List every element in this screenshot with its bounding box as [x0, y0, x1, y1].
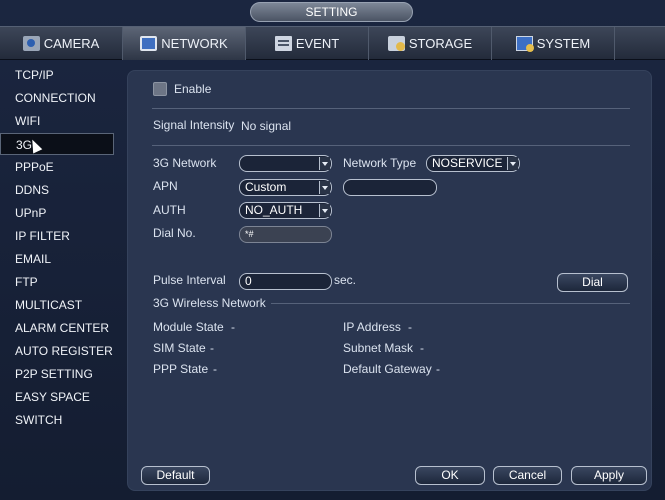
chevron-down-icon: [319, 157, 330, 170]
sidebar-item-auto-register[interactable]: AUTO REGISTER: [0, 340, 114, 362]
default-gateway-label: Default Gateway: [343, 362, 432, 376]
apn-dropdown[interactable]: Custom: [239, 179, 332, 196]
sidebar-item-email[interactable]: EMAIL: [0, 248, 114, 270]
sidebar-item-wifi[interactable]: WIFI: [0, 110, 114, 132]
dial-no-label: Dial No.: [153, 226, 196, 240]
default-gateway-value: -: [436, 362, 440, 376]
divider: [152, 108, 630, 109]
sidebar: TCP/IP CONNECTION WIFI 3G PPPoE DDNS UPn…: [0, 62, 120, 500]
tab-storage[interactable]: STORAGE: [369, 27, 492, 60]
pulse-interval-label: Pulse Interval: [153, 273, 226, 287]
tab-system-label: SYSTEM: [536, 36, 591, 51]
tab-system[interactable]: SYSTEM: [492, 27, 615, 60]
sim-state-value: -: [210, 341, 214, 355]
ip-address-value: -: [408, 320, 412, 334]
tab-event-label: EVENT: [295, 36, 340, 51]
apn-value: Custom: [245, 180, 287, 194]
pulse-interval-unit: sec.: [334, 273, 357, 287]
system-icon: [515, 36, 534, 52]
sidebar-item-switch[interactable]: SWITCH: [0, 409, 114, 431]
module-state-label: Module State: [153, 320, 224, 334]
cancel-button[interactable]: Cancel: [493, 466, 562, 485]
signal-intensity-value: No signal: [241, 119, 292, 133]
sidebar-item-connection[interactable]: CONNECTION: [0, 87, 114, 109]
sidebar-item-easy-space[interactable]: EASY SPACE: [0, 386, 114, 408]
auth-dropdown[interactable]: NO_AUTH: [239, 202, 332, 219]
ppp-state-value: -: [213, 362, 217, 376]
wireless-section-title: 3G Wireless Network: [153, 296, 266, 310]
sidebar-item-p2p-setting[interactable]: P2P SETTING: [0, 363, 114, 385]
network-type-value: NOSERVICE: [432, 156, 503, 170]
tab-network[interactable]: NETWORK: [123, 27, 246, 60]
window-title: SETTING: [250, 2, 413, 22]
module-state-value: -: [231, 320, 235, 334]
auth-value: NO_AUTH: [245, 203, 303, 217]
sidebar-item-upnp[interactable]: UPnP: [0, 202, 114, 224]
apn-label: APN: [153, 179, 178, 193]
network-icon: [140, 36, 158, 51]
sidebar-item-3g[interactable]: 3G: [0, 133, 114, 155]
sidebar-item-tcpip[interactable]: TCP/IP: [0, 64, 114, 86]
sidebar-item-ftp[interactable]: FTP: [0, 271, 114, 293]
ip-address-label: IP Address: [343, 320, 401, 334]
network-type-dropdown[interactable]: NOSERVICE: [426, 155, 520, 172]
chevron-down-icon: [507, 157, 518, 170]
3g-network-dropdown[interactable]: [239, 155, 332, 172]
tab-camera[interactable]: CAMERA: [0, 27, 123, 60]
enable-checkbox[interactable]: [153, 82, 167, 96]
tab-network-label: NETWORK: [161, 36, 228, 51]
divider: [271, 303, 630, 304]
dial-no-input[interactable]: *#: [239, 226, 332, 243]
sidebar-item-pppoe[interactable]: PPPoE: [0, 156, 114, 178]
camera-icon: [22, 36, 40, 51]
apn-custom-input[interactable]: [343, 179, 437, 196]
tab-camera-label: CAMERA: [43, 36, 100, 51]
subnet-mask-value: -: [420, 341, 424, 355]
dial-button[interactable]: Dial: [557, 273, 628, 292]
main-tabs: CAMERA NETWORK EVENT STORAGE SYSTEM: [0, 26, 665, 60]
divider: [152, 145, 630, 146]
storage-icon: [387, 36, 405, 51]
network-type-label: Network Type: [343, 156, 417, 170]
3g-network-label: 3G Network: [153, 156, 217, 170]
sidebar-item-multicast[interactable]: MULTICAST: [0, 294, 114, 316]
sidebar-item-ip-filter[interactable]: IP FILTER: [0, 225, 114, 247]
event-icon: [274, 36, 292, 51]
subnet-mask-label: Subnet Mask: [343, 341, 414, 355]
chevron-down-icon: [319, 181, 330, 194]
signal-intensity-label: Signal Intensity: [153, 118, 235, 132]
apply-button[interactable]: Apply: [571, 466, 647, 485]
tab-event[interactable]: EVENT: [246, 27, 369, 60]
enable-label: Enable: [174, 82, 212, 96]
settings-window: SETTING CAMERA NETWORK EVENT STORAGE SYS…: [0, 0, 665, 500]
chevron-down-icon: [319, 204, 330, 217]
dial-no-value: *#: [245, 229, 254, 239]
sidebar-item-alarm-center[interactable]: ALARM CENTER: [0, 317, 114, 339]
ok-button[interactable]: OK: [415, 466, 485, 485]
tab-storage-label: STORAGE: [408, 36, 473, 51]
sidebar-item-ddns[interactable]: DDNS: [0, 179, 114, 201]
ppp-state-label: PPP State: [153, 362, 209, 376]
default-button[interactable]: Default: [141, 466, 210, 485]
pulse-interval-input[interactable]: 0: [239, 273, 332, 290]
pulse-interval-value: 0: [245, 274, 252, 288]
auth-label: AUTH: [153, 203, 186, 217]
sim-state-label: SIM State: [153, 341, 206, 355]
